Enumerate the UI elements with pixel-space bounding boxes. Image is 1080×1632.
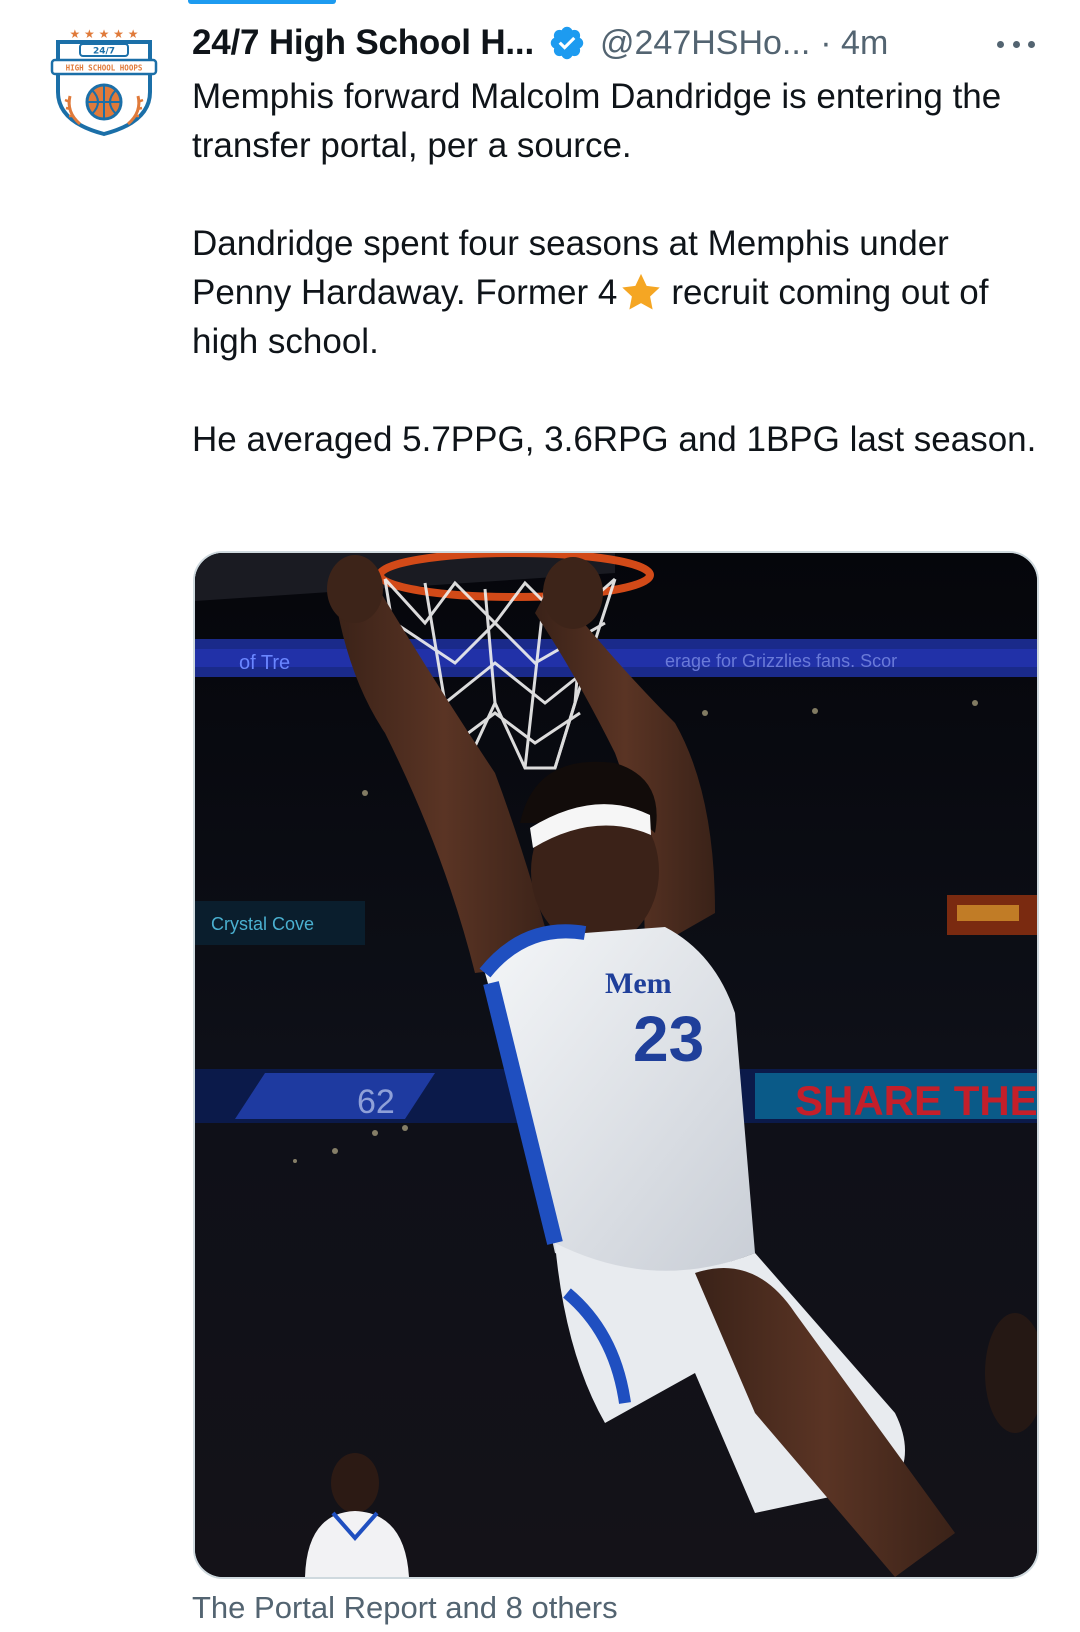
tweet-paragraph-3: He averaged 5.7PPG, 3.6RPG and 1BPG last…	[192, 420, 1037, 459]
jersey-front-text: Mem	[605, 967, 672, 1000]
more-options-icon[interactable]	[994, 24, 1038, 64]
svg-text:HIGH SCHOOL HOOPS: HIGH SCHOOL HOOPS	[66, 64, 143, 73]
timestamp[interactable]: · 4m	[820, 24, 888, 63]
jersey-number: 23	[633, 1003, 704, 1075]
verified-badge-icon[interactable]	[548, 24, 586, 62]
arena-banner-right: erage for Grizzlies fans. Scor	[665, 651, 897, 671]
account-handle[interactable]: @247HSHo...	[600, 24, 810, 63]
svg-text:★ ★ ★ ★ ★: ★ ★ ★ ★ ★	[69, 27, 138, 41]
dunk-photo-image: of Tre erage for Grizzlies fans. Scor Cr…	[195, 553, 1037, 1577]
svg-text:24/7: 24/7	[93, 47, 115, 57]
tagged-people-link[interactable]: The Portal Report and 8 others	[192, 1590, 618, 1626]
top-accent-bar	[188, 0, 336, 4]
hoops-logo-icon: ★ ★ ★ ★ ★ 24/7 HIGH SCHOOL HOOPS	[50, 27, 158, 137]
avatar[interactable]: ★ ★ ★ ★ ★ 24/7 HIGH SCHOOL HOOPS	[44, 22, 164, 142]
tweet-paragraph-1: Memphis forward Malcolm Dandridge is ent…	[192, 77, 1002, 165]
tweet-paragraph-2: Dandridge spent four seasons at Memphis …	[192, 219, 1042, 366]
tweet-text: Memphis forward Malcolm Dandridge is ent…	[192, 72, 1042, 464]
display-name[interactable]: 24/7 High School H...	[192, 23, 534, 63]
arena-banner-left: of Tre	[239, 652, 290, 674]
tweet-header: 24/7 High School H... @247HSHo... · 4m	[192, 18, 1052, 68]
svg-text:Crystal Cove: Crystal Cove	[211, 914, 314, 934]
tweet-photo[interactable]: of Tre erage for Grizzlies fans. Scor Cr…	[193, 551, 1039, 1579]
arena-score: 62	[357, 1083, 395, 1121]
arena-share-text: SHARE THE	[795, 1077, 1037, 1124]
star-emoji-icon	[622, 273, 661, 310]
